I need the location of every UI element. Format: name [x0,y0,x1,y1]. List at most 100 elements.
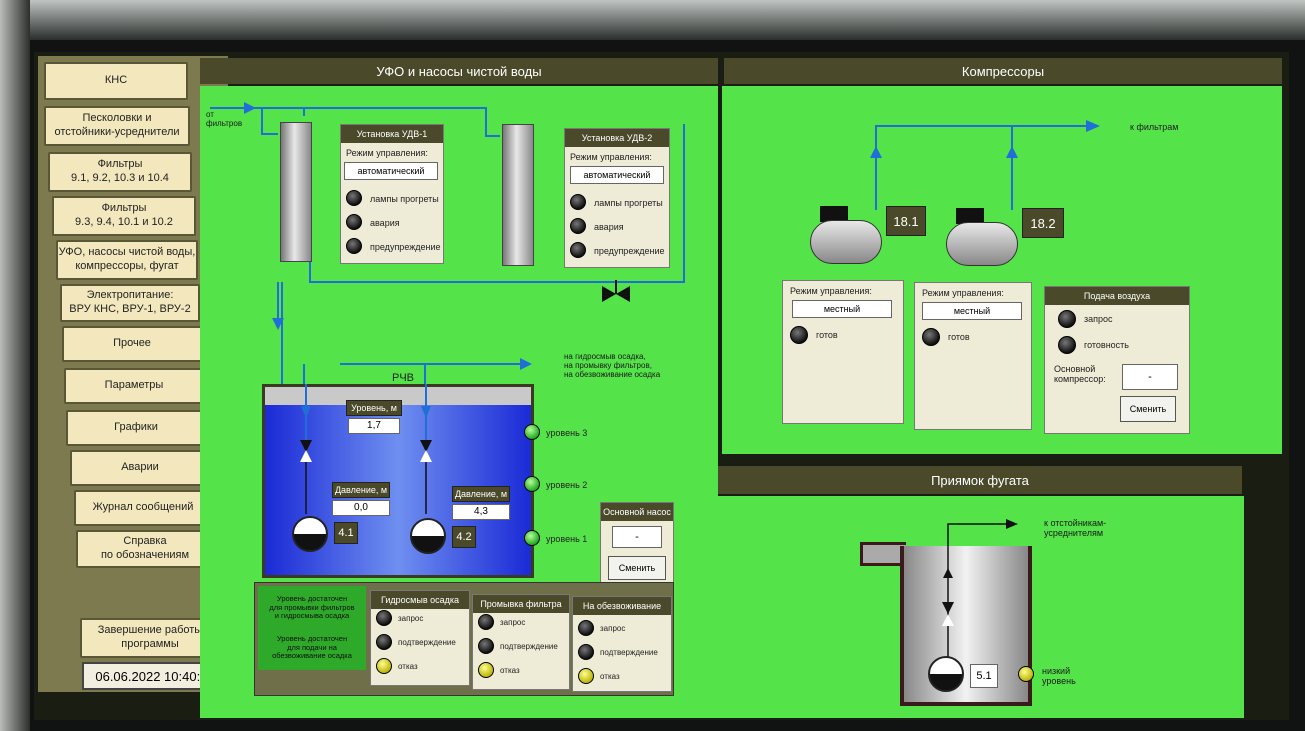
air-request-label: запрос [1084,314,1113,324]
level-2-label: уровень 2 [546,480,588,490]
filter-wash-request-indicator [478,614,494,630]
udv1-lamps-ready-indicator [346,190,362,206]
level-2-indicator [524,476,540,492]
compressor-2-ready-indicator [922,328,940,346]
air-supply-title: Подача воздуха [1045,287,1189,305]
main-pump-title: Основной насос [601,503,673,521]
dewatering-refuse-indicator [578,668,594,684]
dewatering-confirm-label: подтверждение [600,648,658,657]
main-compressor-value: - [1122,364,1178,390]
compressor-2-mode-field: местный [922,302,1022,320]
udv2-mode-field: автоматический [570,166,664,184]
main-pump-value: - [612,526,662,548]
compressors-panel-title: Компрессоры [724,58,1282,84]
compressor-2-tank-icon [946,222,1018,266]
nav-uv-pumps-button[interactable]: УФО, насосы чистой воды, компрессоры, фу… [56,240,198,280]
udv2-lamp3-label: предупреждение [594,246,665,256]
compressor-1-tag: 18.1 [886,206,926,236]
tank-title: РЧВ [392,372,415,384]
compressor-1-ready-label: готов [816,330,838,340]
level-1-label: уровень 1 [546,534,588,544]
level-3-indicator [524,424,540,440]
dewatering-refuse-label: отказ [600,672,620,681]
nav-kns-button[interactable]: КНС [44,62,188,100]
air-request-indicator [1058,310,1076,328]
hydroflush-refuse-label: отказ [398,662,418,671]
uv-reactor-2-icon [502,124,534,266]
udv1-lamp3-label: предупреждение [370,242,441,252]
compressor-1-mode-field: местный [792,300,892,318]
tank-level-label: Уровень, м [346,400,402,416]
udv2-warning-indicator [570,242,586,258]
udv2-alarm-indicator [570,218,586,234]
low-level-indicator [1018,666,1034,682]
udv2-lamp1-label: лампы прогреты [594,198,663,208]
level-3-label: уровень 3 [546,428,588,438]
pressure2-label: Давление, м [452,486,510,502]
status-level-flush: Уровень достаточен для промывки фильтров… [258,586,366,630]
dewatering-request-indicator [578,620,594,636]
hydroflush-request-label: запрос [398,614,424,623]
filter-wash-title: Промывка фильтра [473,595,569,613]
main-compressor-label: Основной компрессор: [1054,364,1106,385]
udv2-title: Установка УДВ-2 [565,129,669,147]
pump-4-1-tag: 4.1 [334,522,358,544]
level-1-indicator [524,530,540,546]
dewatering-confirm-indicator [578,644,594,660]
nav-other-button[interactable]: Прочее [62,326,202,362]
udv1-title: Установка УДВ-1 [341,125,443,143]
background-wall [0,0,1305,40]
filter-wash-refuse-indicator [478,662,494,678]
compressor-2-mode-label: Режим управления: [922,288,1004,298]
hydroflush-title: Гидросмыв осадка [371,591,469,609]
udv1-lamp1-label: лампы прогреты [370,194,439,204]
compressor-1-mode-label: Режим управления: [790,286,872,296]
pit-panel-title: Приямок фугата [718,466,1242,494]
udv1-lamp2-label: авария [370,218,400,228]
pressure1-label: Давление, м [332,482,390,498]
nav-filters-1-button[interactable]: Фильтры 9.1, 9.2, 10.3 и 10.4 [48,152,192,192]
nav-help-button[interactable]: Справка по обозначениям [76,530,214,568]
nav-graphs-button[interactable]: Графики [66,410,206,446]
nav-exit-button[interactable]: Завершение работы программы [80,618,220,658]
change-compressor-button[interactable]: Сменить [1120,396,1176,422]
filter-wash-request-label: запрос [500,618,526,627]
compressor-2-ready-label: готов [948,332,970,342]
pit-pipework [942,519,1018,670]
udv2-lamp2-label: авария [594,222,624,232]
uv-reactor-1-icon [280,122,312,262]
nav-parameters-button[interactable]: Параметры [64,368,204,404]
nav-message-log-button[interactable]: Журнал сообщений [74,490,212,526]
nav-alarms-button[interactable]: Аварии [70,450,210,486]
udv2-lamps-ready-indicator [570,194,586,210]
udv1-mode-field: автоматический [344,162,438,180]
hydroflush-confirm-indicator [376,634,392,650]
filter-wash-refuse-label: отказ [500,666,520,675]
compressor-1-tank-icon [810,220,882,264]
compressor-1-ready-indicator [790,326,808,344]
outlet-label: на гидросмыв осадка, на промывку фильтро… [564,352,661,380]
hydroflush-request-indicator [376,610,392,626]
to-settlers-label: к отстойникам- усреднителям [1044,518,1107,539]
udv1-alarm-indicator [346,214,362,230]
pressure1-value: 0,0 [332,500,390,516]
dewatering-title: На обезвоживание [573,597,671,615]
change-main-pump-button[interactable]: Сменить [608,556,666,580]
background-wall-left [0,0,30,731]
pump-4-2-tag: 4.2 [452,526,476,548]
udv1-mode-label: Режим управления: [346,148,428,158]
nav-power-button[interactable]: Электропитание: ВРУ КНС, ВРУ-1, ВРУ-2 [60,284,200,322]
nav-filters-2-button[interactable]: Фильтры 9.3, 9.4, 10.1 и 10.2 [52,196,196,236]
uv-panel-title: УФО и насосы чистой воды [200,58,718,84]
pump-4-1-icon [292,516,328,552]
status-level-dewater: Уровень достаточен для подачи на обезвож… [258,626,366,670]
pump-5-1-tag: 5.1 [970,664,998,688]
nav-sand-traps-button[interactable]: Песколовки и отстойники-усреднители [44,106,190,146]
dewatering-request-label: запрос [600,624,626,633]
hydroflush-refuse-indicator [376,658,392,674]
filter-wash-confirm-indicator [478,638,494,654]
inlet-label: от фильтров [206,110,243,129]
pump-4-2-icon [410,518,446,554]
pump-5-1-icon [928,656,964,692]
pressure2-value: 4,3 [452,504,510,520]
